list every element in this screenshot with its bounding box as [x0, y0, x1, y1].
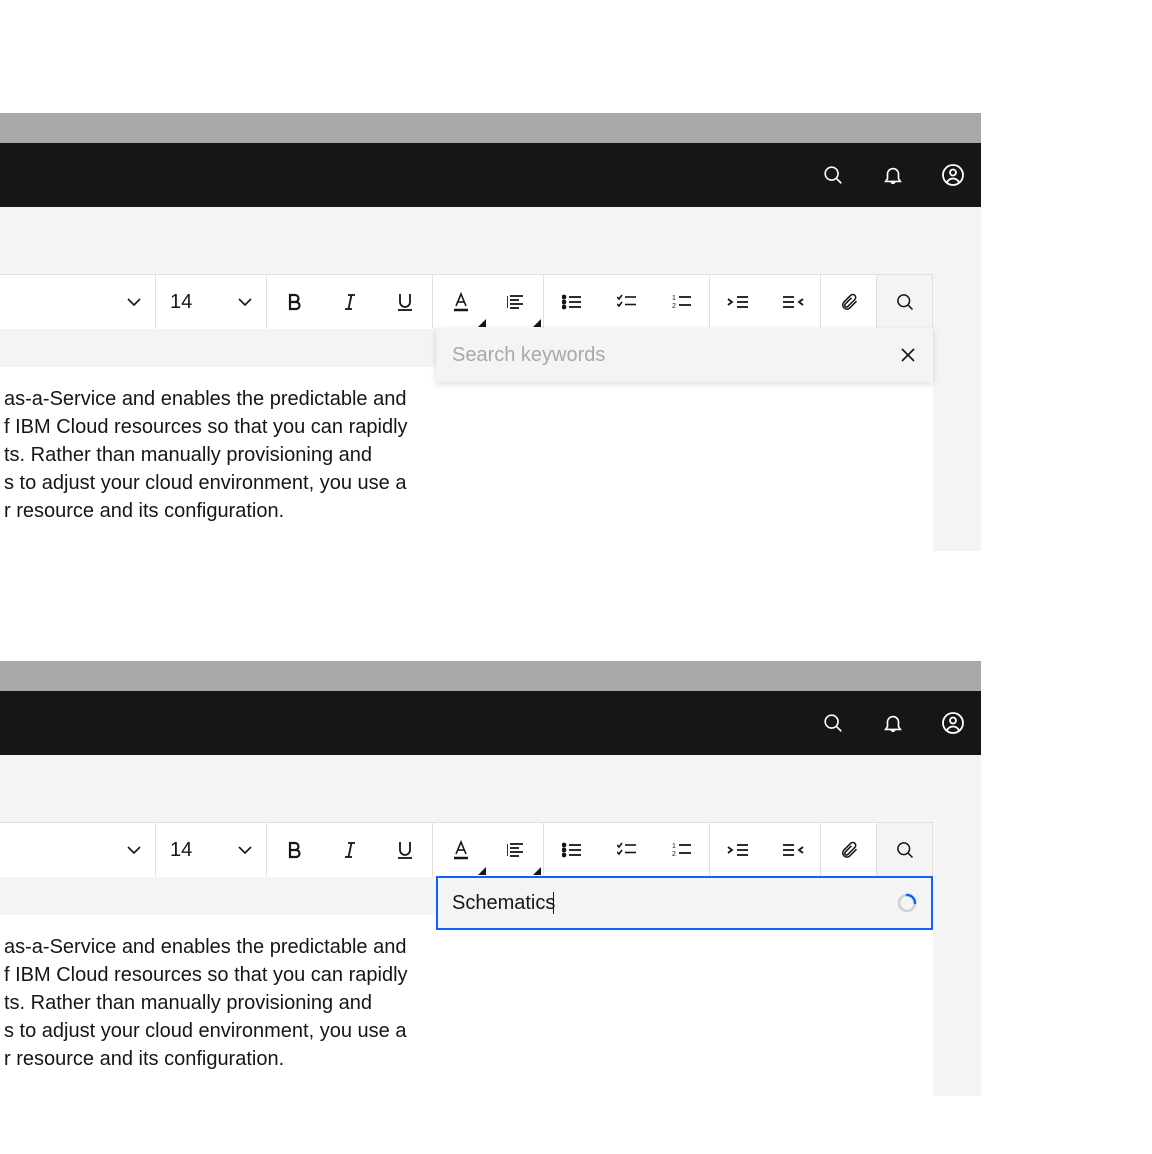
font-size-dropdown[interactable]: 14 — [156, 823, 266, 877]
italic-button[interactable] — [322, 823, 377, 877]
numbered-list-button[interactable]: 12 — [654, 275, 709, 329]
user-icon[interactable] — [941, 711, 965, 735]
bold-button[interactable] — [267, 823, 322, 877]
search-input[interactable] — [452, 344, 852, 367]
toolbar-search-button[interactable] — [877, 823, 932, 877]
underline-button[interactable] — [377, 823, 432, 877]
bullet-list-button[interactable] — [544, 823, 599, 877]
bullet-list-button[interactable] — [544, 275, 599, 329]
checklist-button[interactable] — [599, 275, 654, 329]
app-header — [0, 691, 981, 755]
document-text: as-a-Service and enables the predictable… — [4, 933, 913, 1073]
close-icon[interactable] — [899, 346, 917, 364]
app-header — [0, 143, 981, 207]
search-panel — [436, 328, 933, 382]
loading-spinner-icon — [897, 893, 917, 913]
text-color-button[interactable] — [433, 275, 488, 329]
toolbar-search-button[interactable] — [877, 275, 932, 329]
checklist-button[interactable] — [599, 823, 654, 877]
outdent-button[interactable] — [765, 823, 820, 877]
font-size-value: 14 — [170, 839, 192, 862]
indent-button[interactable] — [710, 275, 765, 329]
outdent-button[interactable] — [765, 275, 820, 329]
browser-tab-bar — [0, 113, 981, 143]
numbered-list-button[interactable]: 12 — [654, 823, 709, 877]
notification-icon[interactable] — [881, 163, 905, 187]
search-panel-active: Schematics — [436, 876, 933, 930]
alignment-button[interactable] — [488, 275, 543, 329]
document-text: as-a-Service and enables the predictable… — [4, 385, 913, 525]
notification-icon[interactable] — [881, 711, 905, 735]
font-family-dropdown[interactable] — [0, 823, 155, 877]
font-family-dropdown[interactable] — [0, 275, 155, 329]
svg-text:1: 1 — [672, 843, 676, 850]
window-state-1: 14 — [0, 113, 981, 551]
underline-button[interactable] — [377, 275, 432, 329]
document-body[interactable]: as-a-Service and enables the predictable… — [0, 915, 933, 1096]
user-icon[interactable] — [941, 163, 965, 187]
svg-text:1: 1 — [672, 295, 676, 302]
editor-area: 14 — [0, 755, 981, 1096]
italic-button[interactable] — [322, 275, 377, 329]
search-value[interactable]: Schematics — [452, 892, 555, 915]
attachment-button[interactable] — [821, 275, 876, 329]
text-caret — [553, 892, 554, 914]
browser-tab-bar — [0, 661, 981, 691]
font-size-value: 14 — [170, 291, 192, 314]
text-color-button[interactable] — [433, 823, 488, 877]
attachment-button[interactable] — [821, 823, 876, 877]
document-body[interactable]: as-a-Service and enables the predictable… — [0, 367, 933, 551]
alignment-button[interactable] — [488, 823, 543, 877]
window-state-2: 14 — [0, 661, 981, 1096]
svg-text:2: 2 — [672, 303, 676, 310]
font-size-dropdown[interactable]: 14 — [156, 275, 266, 329]
search-icon[interactable] — [821, 163, 845, 187]
indent-button[interactable] — [710, 823, 765, 877]
svg-text:2: 2 — [672, 851, 676, 858]
bold-button[interactable] — [267, 275, 322, 329]
editor-area: 14 — [0, 207, 981, 551]
editor-toolbar: 14 — [0, 274, 933, 328]
editor-toolbar: 14 — [0, 822, 933, 876]
search-icon[interactable] — [821, 711, 845, 735]
